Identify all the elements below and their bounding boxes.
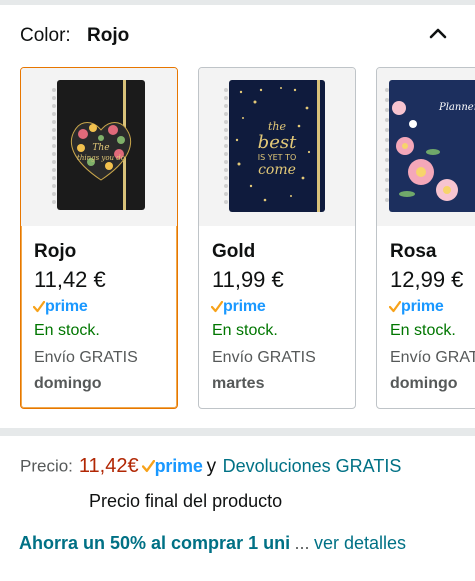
savings-ellipsis: ... bbox=[294, 533, 310, 553]
chevron-up-icon[interactable] bbox=[424, 19, 452, 47]
svg-text:best: best bbox=[258, 132, 297, 153]
prime-badge: prime bbox=[33, 298, 88, 318]
swatch-price: 11,42 € bbox=[34, 267, 106, 292]
section-divider bbox=[0, 428, 475, 436]
prime-badge: prime bbox=[211, 298, 266, 318]
prime-check-icon bbox=[33, 301, 45, 313]
stock-status: En stock. bbox=[390, 322, 456, 339]
selected-color-value: Rojo bbox=[87, 25, 130, 46]
swatch-name: Rojo bbox=[34, 241, 77, 262]
prime-check-icon bbox=[211, 301, 223, 313]
prime-label: prime bbox=[223, 298, 266, 315]
prime-badge: prime bbox=[389, 298, 444, 318]
price-conjunction: y bbox=[206, 455, 217, 477]
price-label: Precio: bbox=[20, 456, 73, 476]
prime-check-icon bbox=[141, 460, 155, 473]
shipping-info: Envío GRATIS bbox=[212, 349, 316, 366]
color-selector-header[interactable]: Color: Rojo bbox=[0, 5, 475, 63]
stock-status: En stock. bbox=[212, 322, 278, 339]
color-swatch-rosa[interactable]: Planner Rosa 12,99 € prime En stock. Env… bbox=[376, 67, 475, 409]
prime-check-icon bbox=[389, 301, 401, 313]
product-image-rosa: Planner bbox=[377, 68, 475, 226]
prime-label: prime bbox=[45, 298, 88, 315]
svg-text:IS YET TO: IS YET TO bbox=[258, 153, 297, 162]
svg-text:come: come bbox=[258, 162, 296, 178]
prime-label: prime bbox=[154, 456, 203, 476]
price-final-note: Precio final del producto bbox=[89, 491, 283, 511]
shipping-info: Envío GRATIS bbox=[390, 349, 475, 366]
stock-status: En stock. bbox=[34, 322, 100, 339]
savings-offer-text[interactable]: Ahorra un 50% al comprar 1 uni bbox=[19, 533, 290, 553]
free-returns-link[interactable]: Devoluciones GRATIS bbox=[223, 456, 402, 476]
price-row: Precio: 11,42€ prime y Devoluciones GRATIS bbox=[20, 455, 470, 481]
shipping-info: Envío GRATIS bbox=[34, 349, 138, 366]
color-swatch-list[interactable]: The things you do Rojo 11,42 € prime En … bbox=[0, 66, 475, 412]
swatch-price: 11,99 € bbox=[212, 267, 284, 292]
color-label: Color: bbox=[20, 25, 71, 46]
svg-text:things you do: things you do bbox=[77, 154, 125, 162]
savings-row[interactable]: Ahorra un 50% al comprar 1 uni ... ver d… bbox=[19, 533, 469, 554]
color-swatch-gold[interactable]: the best IS YET TO come Gold 11,99 € pri… bbox=[198, 67, 356, 409]
delivery-day: martes bbox=[212, 375, 265, 392]
delivery-day: domingo bbox=[390, 375, 458, 392]
delivery-day: domingo bbox=[34, 375, 102, 392]
svg-text:The: The bbox=[92, 143, 109, 153]
prime-label: prime bbox=[401, 298, 444, 315]
product-image-gold: the best IS YET TO come bbox=[199, 68, 355, 226]
svg-text:Planner: Planner bbox=[438, 102, 475, 113]
swatch-name: Gold bbox=[212, 241, 256, 262]
swatch-name: Rosa bbox=[390, 241, 437, 262]
product-image-rojo: The things you do bbox=[21, 68, 177, 226]
see-details-link[interactable]: ver detalles bbox=[314, 533, 406, 553]
price-value: 11,42€ bbox=[78, 455, 139, 477]
color-swatch-rojo[interactable]: The things you do Rojo 11,42 € prime En … bbox=[20, 67, 178, 409]
swatch-price: 12,99 € bbox=[390, 267, 464, 292]
